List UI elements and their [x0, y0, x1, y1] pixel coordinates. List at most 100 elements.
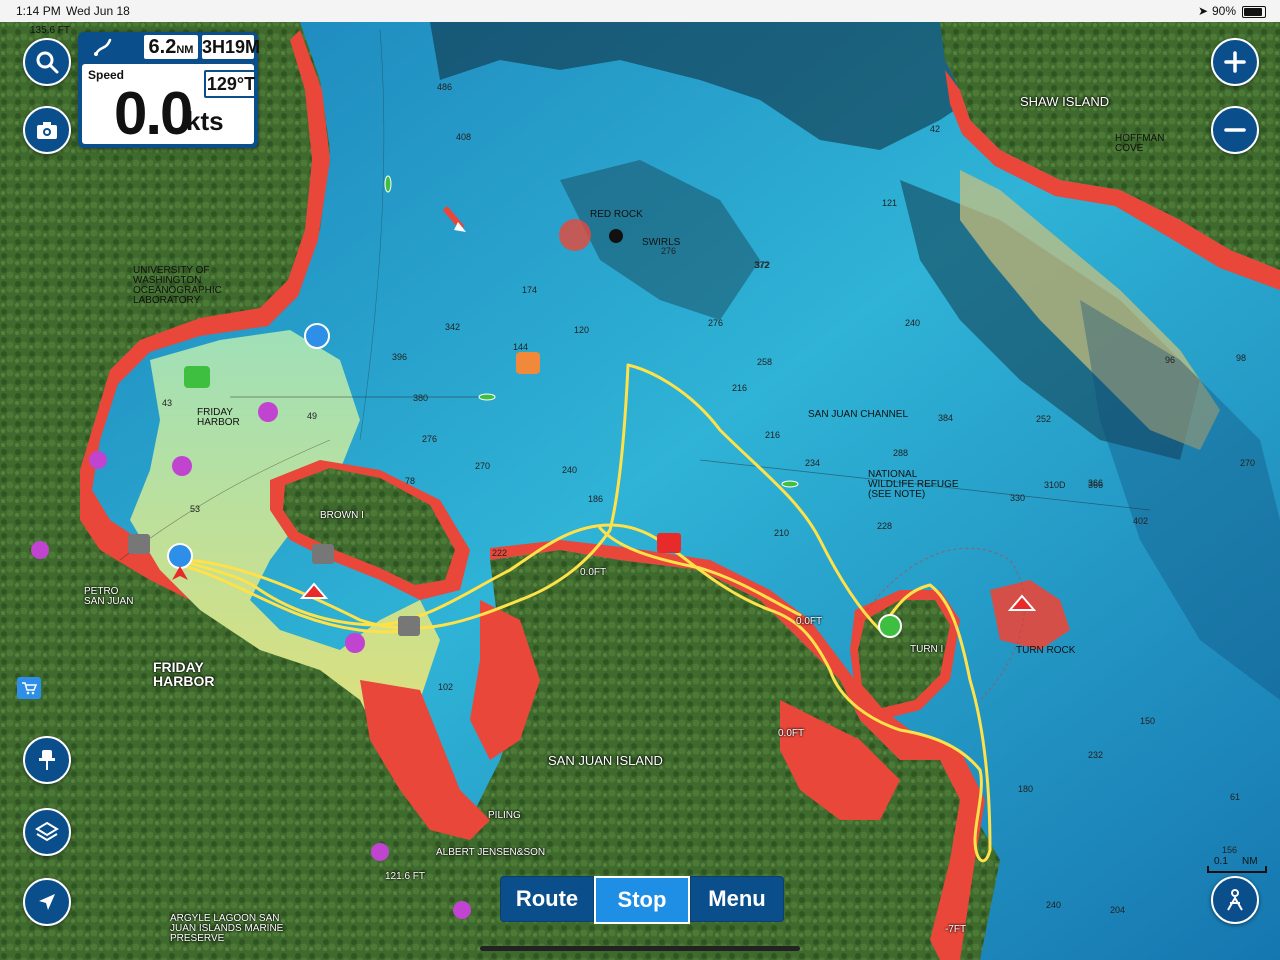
depth-sounding: 186: [588, 494, 604, 504]
depth-sounding: 342: [445, 322, 461, 332]
depth-sounding: 43: [162, 398, 173, 408]
label-friday-harbor-water: FRIDAY HARBOR: [197, 407, 240, 428]
camera-icon: [37, 122, 57, 139]
drop-pin-button[interactable]: [23, 736, 71, 784]
bottom-toolbar: Route Stop Menu: [500, 876, 786, 924]
label-wildlife-refuge: NATIONAL WILDLIFE REFUGE (SEE NOTE): [868, 469, 959, 500]
depth-sounding: 232: [1088, 750, 1104, 760]
label-turn-rock: TURN ROCK: [1016, 645, 1076, 656]
depth-sounding: 228: [877, 521, 893, 531]
label-swirls: SWIRLS: [642, 237, 681, 248]
depth-sounding: 252: [1036, 414, 1052, 424]
label-0ft-2: 0.0FT: [796, 616, 823, 627]
scale-unit: NM: [1242, 856, 1258, 867]
depth-sounding: 258: [757, 357, 773, 367]
pin-icon: [39, 750, 55, 770]
plus-icon: [1224, 51, 1246, 73]
instrument-panel[interactable]: 6.2NM 3H19M Speed 0.0 kts 129°T: [78, 32, 261, 148]
depth-sounding: 144: [513, 342, 529, 352]
scale-bar: 0.1 NM: [1208, 856, 1266, 872]
eta: 3H19M: [202, 35, 261, 59]
label-elevation-135: 135.6 FT: [30, 25, 71, 36]
label-piling: PILING: [488, 810, 521, 821]
label-elevation-121: 121.6 FT: [385, 871, 426, 882]
depth-sounding: 78: [405, 476, 416, 486]
depth-sounding: 276: [422, 434, 438, 444]
depth-sounding: 366: [1088, 480, 1104, 490]
depth-sounding: 150: [1140, 716, 1156, 726]
depth-sounding: 240: [1046, 900, 1062, 910]
label-petro-san-juan: PETRO SAN JUAN: [84, 586, 134, 607]
depth-sounding: 98: [1236, 353, 1247, 363]
depth-sounding: 234: [805, 458, 821, 468]
depth-sounding: 330: [1010, 493, 1026, 503]
depth-sounding: 310D: [1044, 480, 1066, 490]
depth-sounding: 380: [413, 393, 429, 403]
label-uw-lab: UNIVERSITY OF WASHINGTON OCEANOGRAPHIC L…: [133, 265, 222, 306]
zoom-out-button[interactable]: [1211, 106, 1259, 154]
status-time: 1:14 PM: [16, 4, 61, 18]
depth-sounding: 42: [930, 124, 941, 134]
depth-sounding: 372: [755, 260, 771, 270]
label-san-juan-channel: SAN JUAN CHANNEL: [808, 409, 909, 420]
layers-icon: [35, 821, 59, 842]
depth-sounding: 384: [938, 413, 954, 423]
depth-sounding: 402: [1133, 516, 1149, 526]
depth-sounding: 216: [732, 383, 748, 393]
navigation-arrow-icon: [39, 894, 55, 910]
depth-sounding: 120: [574, 325, 590, 335]
depth-sounding: 222: [492, 548, 508, 558]
depth-sounding: 270: [475, 461, 491, 471]
depth-sounding: 61: [1230, 792, 1241, 802]
depth-sounding: 180: [1018, 784, 1034, 794]
status-bar: 1:14 PM Wed Jun 18 ➤ 90%: [0, 0, 1280, 22]
route-icon: [94, 38, 112, 56]
label-brown-island: BROWN I: [320, 510, 364, 521]
label-albert-jensen: ALBERT JENSEN&SON: [436, 847, 546, 858]
depth-sounding: 486: [437, 82, 453, 92]
minus-icon: [1224, 128, 1246, 132]
depth-sounding: 174: [522, 285, 538, 295]
depth-sounding: 49: [307, 411, 318, 421]
zoom-in-button[interactable]: [1211, 38, 1259, 86]
label-friday-harbor-town: FRIDAY HARBOR: [153, 659, 215, 689]
heading-value: 129°T: [204, 70, 258, 98]
stop-button[interactable]: Stop: [594, 876, 690, 924]
label-san-juan-island: SAN JUAN ISLAND: [548, 753, 663, 768]
navigate-button[interactable]: [23, 878, 71, 926]
depth-sounding: 216: [765, 430, 781, 440]
search-icon: [36, 51, 59, 74]
route-button[interactable]: Route: [500, 876, 594, 922]
person-icon: [1227, 889, 1243, 911]
menu-button[interactable]: Menu: [690, 876, 784, 922]
label-red-rock: RED ROCK: [590, 209, 643, 220]
person-overboard-button[interactable]: [1211, 876, 1259, 924]
depth-sounding: 240: [905, 318, 921, 328]
depth-sounding: 240: [562, 465, 578, 475]
status-date: Wed Jun 18: [66, 4, 130, 18]
battery-percent: 90%: [1212, 4, 1237, 18]
scale-value: 0.1: [1214, 856, 1228, 867]
depth-sounding: 396: [392, 352, 408, 362]
depth-sounding: 121: [882, 198, 898, 208]
layers-button[interactable]: [23, 808, 71, 856]
depth-sounding: 102: [438, 682, 454, 692]
depth-sounding: 210: [774, 528, 790, 538]
label-minus-7ft: -7FT: [945, 924, 967, 935]
label-hoffman-cove: HOFFMAN COVE: [1115, 133, 1165, 154]
camera-button[interactable]: [23, 106, 71, 154]
distance-unit: NM: [176, 44, 194, 56]
speed-unit: kts: [186, 106, 224, 136]
home-indicator[interactable]: [480, 946, 800, 951]
depth-sounding: 288: [893, 448, 909, 458]
label-shaw-island: SHAW ISLAND: [1020, 94, 1110, 109]
search-button[interactable]: [23, 38, 71, 86]
depth-sounding: 408: [456, 132, 472, 142]
label-argyle-lagoon: ARGYLE LAGOON SAN JUAN ISLANDS MARINE PR…: [170, 913, 284, 944]
speed-value: 0.0: [114, 80, 193, 147]
label-0ft-3: 0.0FT: [778, 728, 805, 739]
shopping-cart-icon[interactable]: [17, 677, 41, 699]
depth-sounding: 96: [1165, 355, 1176, 365]
depth-sounding: 270: [1240, 458, 1256, 468]
depth-sounding: 276: [708, 318, 724, 328]
